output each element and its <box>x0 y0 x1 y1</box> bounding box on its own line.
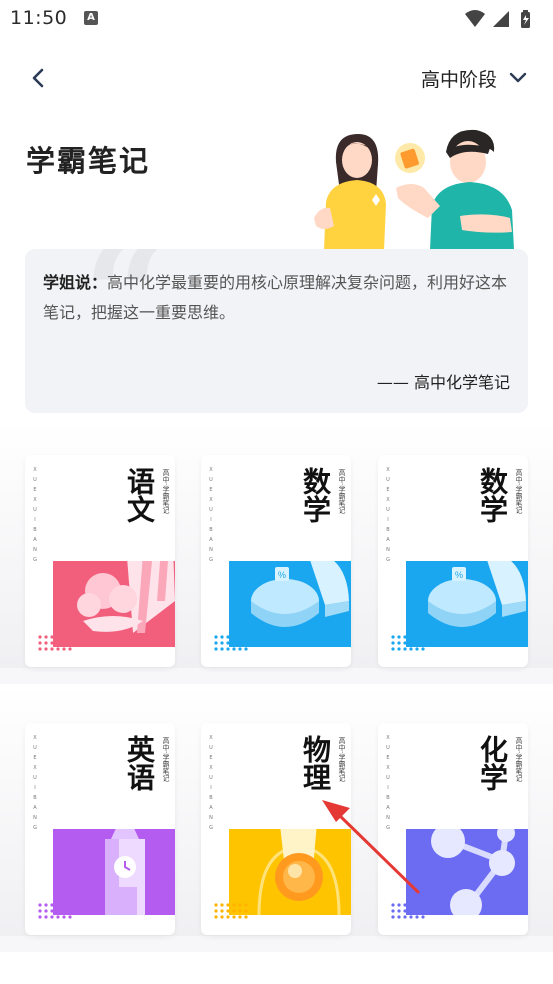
decor-dots <box>391 903 425 919</box>
book-pinyin: XUEXUIBANG <box>208 467 214 567</box>
quote-prefix: 学姐说： <box>43 273 108 292</box>
book-pinyin: XUEXUIBANG <box>208 735 214 835</box>
book-math[interactable]: XUEXUIBANG 数学 高中·学霸笔记 % <box>201 455 351 667</box>
book-tag: 高中·学霸笔记 <box>338 469 346 514</box>
book-title: 化学 <box>476 735 509 791</box>
decor-dots <box>214 903 248 919</box>
page-title: 学霸笔记 <box>26 144 151 178</box>
signal-icon <box>493 11 509 27</box>
book-title: 物理 <box>299 735 332 791</box>
back-button[interactable] <box>24 64 54 92</box>
book-tag: 高中·学霸笔记 <box>162 469 170 514</box>
status-bar: 11:50 A <box>0 0 553 36</box>
students-illustration <box>314 129 514 250</box>
decor-dots <box>214 635 248 651</box>
book-tag: 高中·学霸笔记 <box>515 469 523 514</box>
svg-text:%: % <box>278 570 286 580</box>
decor-dots <box>38 903 72 919</box>
book-title: 语文 <box>123 467 156 523</box>
quote-source: —— 高中化学笔记 <box>376 373 510 392</box>
book-title: 数学 <box>476 467 509 523</box>
stage-label: 高中阶段 <box>420 68 497 91</box>
book-title: 数学 <box>299 467 332 523</box>
notification-icon: A <box>84 11 98 25</box>
status-time: 11:50 <box>10 7 68 29</box>
book-pinyin: XUEXUIBANG <box>32 735 38 835</box>
book-pinyin: XUEXUIBANG <box>385 735 391 835</box>
book-chinese[interactable]: XUEXUIBANG 语文 高中·学霸笔记 <box>25 455 175 667</box>
book-title: 英语 <box>123 735 156 791</box>
book-math[interactable]: XUEXUIBANG 数学 高中·学霸笔记 % <box>378 455 528 667</box>
book-pinyin: XUEXUIBANG <box>385 467 391 567</box>
book-tag: 高中·学霸笔记 <box>162 737 170 782</box>
top-nav: 高中阶段 <box>0 52 553 104</box>
decor-dots <box>38 635 72 651</box>
decor-dots <box>391 635 425 651</box>
shelf-divider <box>0 936 553 952</box>
book-english[interactable]: XUEXUIBANG 英语 高中·学霸笔记 <box>25 723 175 935</box>
stage-dropdown[interactable]: 高中阶段 <box>421 62 527 94</box>
book-pinyin: XUEXUIBANG <box>32 467 38 567</box>
wifi-icon <box>465 10 485 27</box>
quote-text: 学姐说：高中化学最重要的用核心原理解决复杂问题，利用好这本笔记，把握这一重要思维… <box>43 268 513 328</box>
quote-card: “ 学姐说：高中化学最重要的用核心原理解决复杂问题，利用好这本笔记，把握这一重要… <box>25 249 528 413</box>
book-chemistry[interactable]: XUEXUIBANG 化学 高中·学霸笔记 <box>378 723 528 935</box>
chevron-down-icon <box>509 72 527 83</box>
quote-body: 高中化学最重要的用核心原理解决复杂问题，利用好这本笔记，把握这一重要思维。 <box>43 273 508 322</box>
chevron-left-icon <box>32 68 44 88</box>
book-tag: 高中·学霸笔记 <box>338 737 346 782</box>
book-tag: 高中·学霸笔记 <box>515 737 523 782</box>
shelf-divider <box>0 668 553 684</box>
status-icons <box>465 10 530 28</box>
svg-text:%: % <box>455 570 463 580</box>
book-physics[interactable]: XUEXUIBANG 物理 高中·学霸笔记 <box>201 723 351 935</box>
